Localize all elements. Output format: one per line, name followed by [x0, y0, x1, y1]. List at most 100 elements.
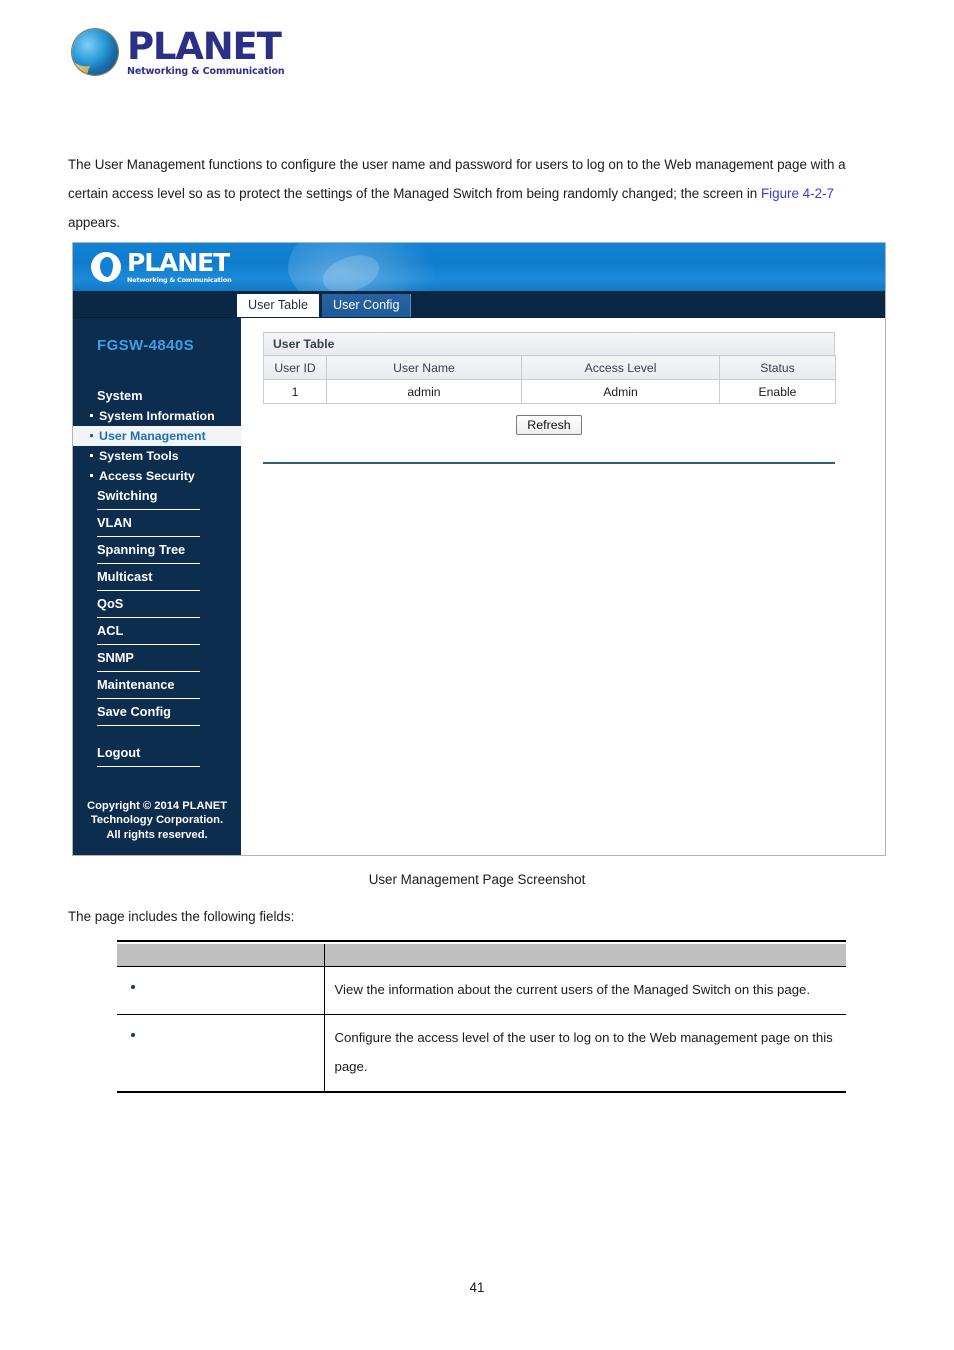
bullet-icon [90, 414, 93, 417]
sidebar-item-snmp[interactable]: SNMP [73, 648, 241, 672]
figure-caption: User Management Page Screenshot [368, 872, 586, 887]
ui-body: FGSW-4840S System System Information Use… [73, 318, 885, 855]
fields-description-cell: Configure the access level of the user t… [324, 1014, 846, 1093]
ui-logo-tagline: Networking & Communication [127, 276, 232, 284]
fields-label-cell [117, 966, 325, 1015]
table-bottom-rule [117, 1091, 846, 1095]
sidebar-item-system[interactable]: System [73, 386, 241, 406]
menu-divider [97, 536, 200, 537]
sidebar-label-maintenance: Maintenance [97, 677, 175, 692]
planet-logo-tagline: Networking & Communication [127, 66, 285, 77]
bullet-icon [90, 454, 93, 457]
menu-divider [97, 617, 200, 618]
intro-paragraph: The User Management functions to configu… [68, 150, 880, 237]
ui-banner: PLANET Networking & Communication [73, 243, 885, 291]
sidebar-label-acl: ACL [97, 623, 124, 638]
planet-logo-wordmark: PLANET [127, 25, 282, 68]
column-header-status: Status [719, 355, 836, 380]
ui-logo-wordmark: PLANET [127, 248, 230, 277]
planet-globe-icon [72, 29, 118, 76]
tab-user-table[interactable]: User Table [237, 294, 319, 317]
menu-divider [97, 509, 200, 510]
fields-header-object [117, 944, 325, 967]
menu-divider [97, 590, 200, 591]
sidebar-label-system: System [97, 388, 143, 403]
tab-list: User Table User Config [237, 294, 412, 317]
sidebar-item-qos[interactable]: QoS [73, 594, 241, 618]
sidebar-item-save-config[interactable]: Save Config [73, 702, 241, 726]
sidebar-label-qos: QoS [97, 596, 124, 611]
cell-status: Enable [719, 379, 836, 404]
menu-divider [97, 725, 200, 726]
fields-table: View the information about the current u… [117, 940, 846, 1095]
ui-sidebar: FGSW-4840S System System Information Use… [73, 318, 241, 855]
fields-description-cell: View the information about the current u… [324, 966, 846, 1015]
content-separator [263, 462, 835, 464]
tab-user-config[interactable]: User Config [321, 294, 412, 317]
user-table-panel: User Table User ID User Name Access Leve… [263, 332, 836, 404]
column-header-user-name: User Name [326, 355, 522, 380]
sidebar-menu: System System Information User Managemen… [73, 356, 241, 767]
sidebar-item-acl[interactable]: ACL [73, 621, 241, 645]
sidebar-label-vlan: VLAN [97, 515, 132, 530]
fields-header-row [117, 944, 846, 967]
ui-content-area: User Table User ID User Name Access Leve… [241, 318, 885, 855]
sidebar-copyright: Copyright © 2014 PLANET Technology Corpo… [86, 799, 228, 841]
bullet-icon [131, 1033, 135, 1037]
menu-divider [97, 644, 200, 645]
switch-ui-screenshot: PLANET Networking & Communication User T… [72, 242, 886, 856]
menu-divider [97, 766, 200, 767]
figure-reference-link[interactable]: Figure 4-2-7 [761, 186, 834, 201]
sidebar-label-save-config: Save Config [97, 704, 171, 719]
fields-row: Configure the access level of the user t… [117, 1014, 846, 1093]
sidebar-item-system-information[interactable]: System Information [73, 406, 241, 426]
bullet-icon [90, 474, 93, 477]
cell-user-id: 1 [263, 379, 327, 404]
refresh-button[interactable]: Refresh [516, 415, 582, 435]
table-header-row: User ID User Name Access Level Status [263, 355, 836, 380]
sidebar-label-spanning-tree: Spanning Tree [97, 542, 186, 557]
sidebar-label-snmp: SNMP [97, 650, 134, 665]
ui-planet-globe-icon [91, 252, 121, 282]
planet-logo: PLANET Networking & Communication [72, 28, 285, 77]
sidebar-item-user-management[interactable]: User Management [73, 426, 241, 446]
sidebar-item-access-security[interactable]: Access Security [73, 466, 241, 486]
panel-title-user-table: User Table [263, 332, 835, 355]
sidebar-item-logout[interactable]: Logout [73, 743, 241, 767]
cell-access-level: Admin [521, 379, 720, 404]
intro-text-part2: appears. [68, 215, 121, 230]
button-row: Refresh [263, 415, 835, 435]
sidebar-item-vlan[interactable]: VLAN [73, 513, 241, 537]
fields-row: View the information about the current u… [117, 966, 846, 1015]
sidebar-item-switching[interactable]: Switching [73, 486, 241, 510]
menu-divider [97, 671, 200, 672]
bullet-icon [131, 985, 135, 989]
sidebar-label-user-management: User Management [99, 429, 206, 443]
ui-planet-logo: PLANET Networking & Communication [91, 248, 232, 284]
sidebar-item-system-tools[interactable]: System Tools [73, 446, 241, 466]
fields-intro-paragraph: The page includes the following fields: [68, 909, 295, 924]
ui-tab-bar: User Table User Config [73, 291, 885, 318]
menu-spacer [73, 729, 241, 743]
sidebar-item-spanning-tree[interactable]: Spanning Tree [73, 540, 241, 564]
sidebar-label-switching: Switching [97, 488, 158, 503]
banner-globe-graphic [288, 243, 438, 291]
cell-user-name: admin [326, 379, 522, 404]
sidebar-item-multicast[interactable]: Multicast [73, 567, 241, 591]
sidebar-label-multicast: Multicast [97, 569, 153, 584]
sidebar-label-access-security: Access Security [99, 469, 195, 483]
sidebar-label-logout: Logout [97, 745, 141, 760]
user-table: User ID User Name Access Level Status 1 … [263, 355, 836, 404]
fields-header-description [324, 944, 846, 967]
sidebar-model-name: FGSW-4840S [97, 337, 195, 354]
table-row[interactable]: 1 admin Admin Enable [263, 379, 836, 404]
sidebar-label-system-tools: System Tools [99, 449, 179, 463]
sidebar-label-system-information: System Information [99, 409, 215, 423]
menu-divider [97, 698, 200, 699]
intro-text-part1: The User Management functions to configu… [68, 157, 846, 201]
fields-label-cell [117, 1014, 325, 1093]
sidebar-item-maintenance[interactable]: Maintenance [73, 675, 241, 699]
column-header-user-id: User ID [263, 355, 327, 380]
menu-divider [97, 563, 200, 564]
page-number: 41 [469, 1280, 485, 1295]
